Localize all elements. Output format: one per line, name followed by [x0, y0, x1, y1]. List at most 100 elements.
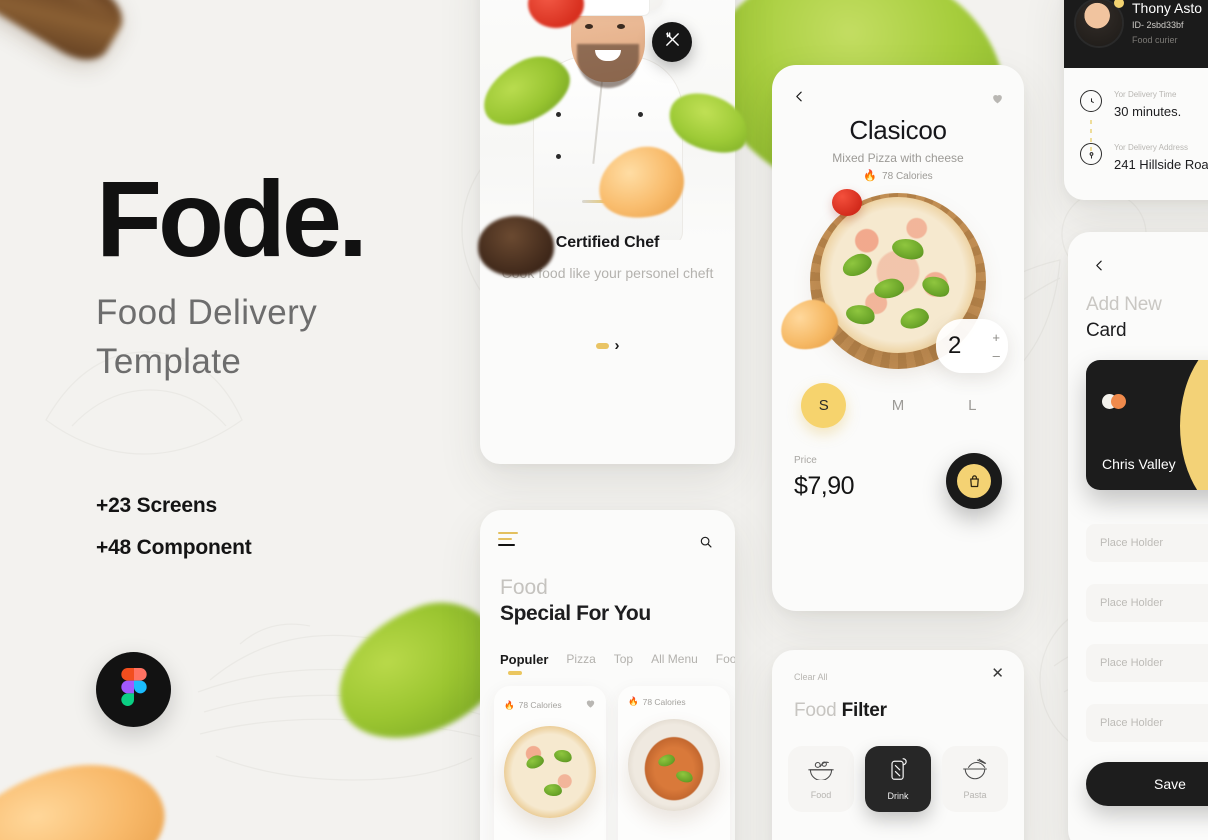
courier-name: Thony Asto: [1132, 0, 1203, 16]
size-option-s[interactable]: S: [801, 383, 847, 428]
size-selector: S M L: [772, 383, 1024, 428]
list-item[interactable]: 🔥 78 Calories Mexico: [618, 686, 730, 840]
delivery-address-row: Yor Delivery Address 241 Hillside Road: [1080, 143, 1208, 174]
quantity-stepper[interactable]: 2 + –: [936, 319, 1008, 373]
cutlery-badge-button[interactable]: [652, 22, 692, 62]
placeholder-text: Place Holder: [1100, 717, 1163, 729]
size-option-l[interactable]: L: [950, 383, 995, 428]
credit-card-preview[interactable]: Chris Valley: [1086, 360, 1208, 490]
tab-pizza[interactable]: Pizza: [566, 652, 595, 666]
card-field-1[interactable]: Place Holder: [1086, 524, 1208, 562]
hamburger-menu-icon[interactable]: [498, 532, 518, 550]
tab-top[interactable]: Top: [614, 652, 633, 666]
food-detail-card: Clasicoo Mixed Pizza with cheese 🔥 78 Ca…: [772, 65, 1024, 611]
food-thumbnail: [628, 719, 720, 811]
delivery-info: Yor Delivery Time 30 minutes. Yor Delive…: [1064, 68, 1208, 174]
chef-eye: [617, 24, 625, 29]
add-card-kicker: Add New: [1086, 294, 1162, 315]
hero-block: Fode. Food Delivery Template: [96, 165, 396, 387]
feature-item-components: +48 Component: [96, 536, 252, 559]
price-value: $7,90: [794, 472, 855, 500]
filter-chip-drink[interactable]: Drink: [865, 746, 931, 812]
close-icon[interactable]: ✕: [991, 666, 1004, 681]
card-accent-shape: [1180, 360, 1208, 490]
delivery-address-text: Yor Delivery Address 241 Hillside Road: [1114, 143, 1208, 174]
delivery-time-value: 30 minutes.: [1114, 104, 1182, 119]
courier-id: ID- 2sbd33bf: [1132, 20, 1184, 30]
basil-garnish: [656, 752, 677, 769]
delivery-time-row: Yor Delivery Time 30 minutes.: [1080, 90, 1208, 121]
feature-list: +23 Screens +48 Component: [96, 494, 252, 578]
filter-chip-food[interactable]: Food: [788, 746, 854, 812]
chef-uniform-button: [556, 154, 561, 159]
chef-card-description: Cook food like your personel cheft: [501, 265, 714, 281]
increment-button[interactable]: +: [992, 331, 1000, 344]
list-title: Special For You: [500, 602, 651, 625]
quantity-controls: + –: [992, 331, 1000, 362]
placeholder-text: Place Holder: [1100, 597, 1163, 609]
chef-hat-band: [565, 0, 650, 16]
filter-chip-label: Pasta: [963, 790, 987, 800]
divider: [581, 200, 634, 203]
basil-garnish: [543, 783, 563, 797]
list-kicker: Food: [500, 576, 548, 599]
basil-garnish: [552, 747, 574, 765]
placeholder-text: Place Holder: [1100, 537, 1163, 549]
courier-header: Thony Asto ID- 2sbd33bf Food curier: [1064, 0, 1208, 68]
add-new-card-panel: Add New Card Chris Valley Place Holder P…: [1068, 232, 1208, 840]
feature-item-screens: +23 Screens: [96, 494, 217, 517]
food-title: Clasicoo: [849, 115, 947, 145]
chef-card-title: Certified Chef: [555, 234, 660, 251]
delivery-address-value: 241 Hillside Road: [1114, 157, 1208, 172]
back-button[interactable]: [786, 85, 812, 111]
filter-title: Food Filter: [794, 700, 887, 722]
list-item[interactable]: 🔥 78 Calories Clasico: [494, 686, 606, 840]
delivery-time-text: Yor Delivery Time 30 minutes.: [1114, 90, 1181, 121]
calories-badge: 🔥 78 Calories: [504, 700, 562, 711]
chef-next-button[interactable]: ›: [595, 337, 620, 354]
courier-delivery-card: Thony Asto ID- 2sbd33bf Food curier Yor …: [1064, 0, 1208, 200]
calories-badge: 🔥 78 Calories: [772, 171, 1024, 183]
add-to-cart-button[interactable]: [946, 453, 1002, 509]
tile-header: 🔥 78 Calories: [628, 696, 720, 707]
decrement-button[interactable]: –: [993, 349, 1000, 362]
dashed-connector: [1090, 120, 1092, 154]
calories-text: 78 Calories: [518, 700, 562, 710]
chevron-left-icon: [793, 90, 806, 106]
tab-all-menu[interactable]: All Menu: [651, 652, 698, 666]
background-doodle-burger: [180, 560, 510, 790]
back-button[interactable]: [1086, 254, 1112, 280]
food-grid: 🔥 78 Calories Clasico 🔥: [494, 686, 730, 840]
size-option-m[interactable]: M: [876, 383, 921, 428]
favorite-button[interactable]: [585, 696, 596, 714]
tile-header: 🔥 78 Calories: [504, 696, 596, 714]
cutlery-icon: [664, 31, 681, 53]
chevron-right-icon: ›: [614, 337, 620, 354]
salad-bowl-icon: [808, 758, 834, 785]
detail-header: Clasicoo Mixed Pizza with cheese 🔥 78 Ca…: [772, 65, 1024, 183]
drink-cup-icon: [887, 757, 909, 786]
heart-icon: [991, 92, 1004, 108]
card-field-2[interactable]: Place Holder: [1086, 584, 1208, 622]
figma-logo-badge[interactable]: [96, 652, 171, 727]
price-label: Price: [794, 455, 817, 466]
hero-subtitle: Food Delivery Template: [96, 292, 318, 382]
clear-all-button[interactable]: Clear All: [794, 672, 828, 682]
baguette-prop: [0, 0, 133, 72]
tab-food[interactable]: Food: [716, 652, 735, 666]
card-field-3[interactable]: Place Holder: [1086, 644, 1208, 682]
favorite-button[interactable]: [984, 87, 1010, 113]
tab-populer[interactable]: Populer: [500, 652, 548, 675]
list-header: [480, 510, 735, 566]
chef-uniform-button: [556, 112, 561, 117]
tomato-garnish: [832, 189, 862, 216]
shopping-bag-icon: [957, 464, 991, 498]
card-holder-name: Chris Valley: [1102, 456, 1176, 472]
filter-chip-pasta[interactable]: Pasta: [942, 746, 1008, 812]
card-field-4[interactable]: Place Holder: [1086, 704, 1208, 742]
category-tabs: Populer Pizza Top All Menu Food: [500, 652, 735, 675]
filter-chip-label: Drink: [887, 791, 909, 801]
food-subtitle: Mixed Pizza with cheese: [832, 151, 964, 165]
save-button[interactable]: Save: [1086, 762, 1208, 806]
search-button[interactable]: [693, 530, 719, 556]
